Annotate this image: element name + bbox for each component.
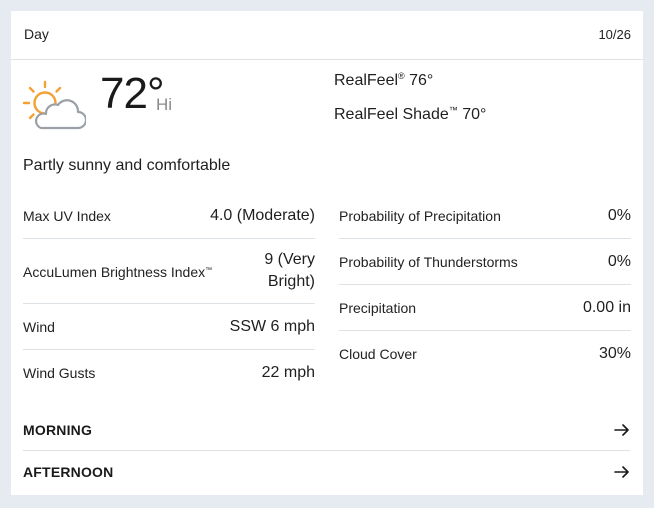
detail-value: 22 mph (261, 364, 315, 381)
detail-value: 0.00 in (582, 298, 631, 316)
detail-value: 9 (Very Bright) (264, 251, 315, 290)
realfeel: RealFeel® 76° (334, 71, 433, 90)
temperature-label: Hi (156, 95, 173, 114)
detail-row-cloud-cover: Cloud Cover 30% (339, 331, 631, 377)
detail-label: Probability of Thunderstorms (339, 253, 518, 270)
detail-label: Wind Gusts (23, 365, 96, 381)
detail-row-max-uv: Max UV Index 4.0 (Moderate) (23, 193, 315, 239)
acculumen-trademark: ™ (205, 266, 213, 274)
detail-row-precip-probability: Probability of Precipitation 0% (339, 193, 631, 239)
realfeel-shade-trademark: ™ (448, 105, 458, 115)
morning-label: MORNING (23, 421, 93, 438)
realfeel-trademark: ® (398, 71, 405, 81)
detail-row-precipitation: Precipitation 0.00 in (339, 285, 631, 331)
details-right-panel: Probability of Precipitation 0% Probabil… (339, 193, 631, 377)
detail-value: 0% (607, 206, 631, 224)
detail-label: Max UV Index (23, 207, 111, 224)
partly-sunny-icon (22, 80, 86, 130)
detail-value: SSW 6 mph (229, 317, 315, 335)
detail-row-wind: Wind SSW 6 mph (23, 304, 315, 350)
forecast-date: 10/26 (598, 27, 631, 42)
afternoon-label: AFTERNOON (23, 464, 114, 480)
realfeel-shade-value: 70° (462, 106, 487, 123)
detail-label: AccuLumen Brightness Index™ (23, 263, 213, 280)
details-left-panel: Max UV Index 4.0 (Moderate) AccuLumen Br… (23, 193, 315, 396)
detail-label: Precipitation (339, 299, 417, 316)
card-header: Day 10/26 (11, 11, 643, 60)
detail-value: 0% (607, 252, 631, 270)
detail-row-wind-gusts: Wind Gusts 22 mph (23, 350, 315, 396)
detail-value: 4.0 (Moderate) (210, 206, 315, 224)
morning-link[interactable]: MORNING (23, 409, 630, 451)
detail-label: Cloud Cover (339, 346, 417, 362)
realfeel-label: RealFeel (334, 72, 399, 89)
temperature-value: 72° (100, 69, 165, 118)
day-forecast-card: Day 10/26 72° Hi RealFeel® 76° RealFeel … (11, 11, 643, 495)
afternoon-link[interactable]: AFTERNOON (23, 451, 630, 493)
detail-row-thunderstorm-probability: Probability of Thunderstorms 0% (339, 239, 631, 285)
realfeel-shade: RealFeel Shade™ 70° (334, 105, 486, 124)
detail-label: Wind (23, 318, 55, 335)
detail-value: 30% (598, 345, 631, 362)
realfeel-value: 76° (409, 72, 434, 89)
detail-label: Probability of Precipitation (339, 207, 501, 224)
card-title: Day (24, 26, 49, 42)
detail-row-acculumen: AccuLumen Brightness Index™ 9 (Very Brig… (23, 239, 315, 304)
arrow-right-icon (614, 423, 629, 436)
weather-phrase: Partly sunny and comfortable (23, 157, 231, 174)
realfeel-shade-label: RealFeel Shade (334, 106, 449, 123)
arrow-right-icon (614, 466, 629, 478)
